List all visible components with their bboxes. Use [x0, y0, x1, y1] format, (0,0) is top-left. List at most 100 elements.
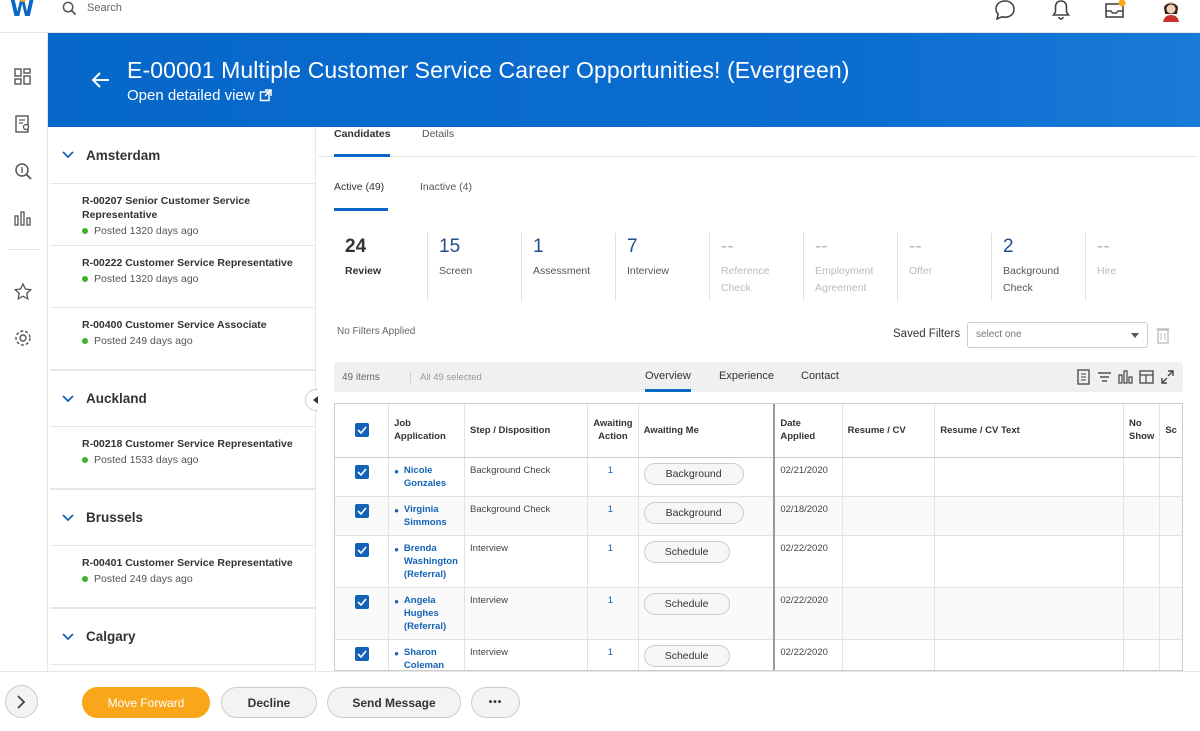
- background-button[interactable]: Background: [643, 462, 744, 485]
- more-actions-button[interactable]: •••: [471, 687, 520, 718]
- stage-offer[interactable]: -- Offer: [898, 233, 992, 301]
- tab-inactive[interactable]: Inactive (4): [420, 181, 472, 211]
- stage-assessment[interactable]: 1 Assessment: [522, 233, 616, 301]
- star-icon[interactable]: [13, 282, 33, 302]
- bell-icon[interactable]: [1050, 0, 1072, 20]
- stage-employment-agreement[interactable]: -- Employment Agreement: [804, 233, 898, 301]
- stage-interview[interactable]: 7 Interview: [616, 233, 710, 301]
- col-resume-text[interactable]: Resume / CV Text: [934, 404, 1124, 458]
- candidate-link[interactable]: ● Brenda Washington (Referral): [394, 542, 459, 581]
- col-sc[interactable]: Sc: [1159, 404, 1182, 458]
- table-row[interactable]: ● Brenda Washington (Referral) Interview …: [335, 535, 1182, 588]
- send-message-button[interactable]: Send Message: [327, 687, 461, 718]
- caret-down-icon: [1131, 333, 1139, 338]
- candidate-link[interactable]: ● Nicole Gonzales: [394, 464, 459, 490]
- requisition-item[interactable]: R-00400 Customer Service Associate Poste…: [50, 308, 315, 370]
- requisition-title: R-00400 Customer Service Associate: [82, 319, 267, 331]
- select-all-checkbox[interactable]: [355, 423, 369, 438]
- checkmark-icon: [357, 506, 367, 515]
- search-analytics-icon[interactable]: [13, 161, 33, 181]
- filter-icon[interactable]: [1097, 369, 1112, 385]
- step-cell: Interview: [464, 639, 589, 670]
- location-group-header[interactable]: Calgary: [50, 608, 315, 665]
- checkmark-icon: [357, 545, 367, 554]
- candidate-name: Brenda Washington (Referral): [403, 542, 458, 580]
- row-checkbox[interactable]: [355, 503, 369, 518]
- table-row[interactable]: ● Virginia Simmons Background Check 1 Bac…: [335, 496, 1182, 536]
- location-group-header[interactable]: Brussels: [50, 489, 315, 546]
- chart-icon[interactable]: [1118, 369, 1133, 385]
- workday-logo[interactable]: W: [10, 0, 36, 22]
- top-bar: W Search: [0, 0, 1200, 33]
- background-button[interactable]: Background: [643, 501, 744, 524]
- fullscreen-icon[interactable]: [1160, 369, 1175, 385]
- bar-chart-icon[interactable]: [13, 208, 33, 228]
- expand-nav-button[interactable]: [5, 685, 38, 718]
- row-checkbox[interactable]: [355, 542, 369, 557]
- col-awaiting-action[interactable]: Awaiting Action: [587, 404, 639, 458]
- row-checkbox[interactable]: [355, 464, 369, 479]
- row-checkbox[interactable]: [355, 646, 369, 661]
- stage-screen[interactable]: 15 Screen: [428, 233, 522, 301]
- avatar[interactable]: [1160, 0, 1182, 22]
- table-row[interactable]: ● Angela Hughes (Referral) Interview 1 Sc…: [335, 587, 1182, 640]
- stage-hire[interactable]: -- Hire: [1086, 233, 1180, 301]
- requisition-item[interactable]: R-00222 Customer Service Representative …: [50, 246, 315, 308]
- col-step-disposition[interactable]: Step / Disposition: [464, 404, 589, 458]
- tab-overview[interactable]: Overview: [645, 370, 691, 392]
- requisition-item[interactable]: R-00218 Customer Service Representative …: [50, 427, 315, 489]
- search-bar[interactable]: Search: [62, 0, 122, 16]
- row-checkbox[interactable]: [355, 594, 369, 609]
- chat-icon[interactable]: [994, 0, 1016, 20]
- awaiting-action-link[interactable]: 1: [587, 457, 639, 497]
- tab-active[interactable]: Active (49): [334, 181, 388, 211]
- col-job-application[interactable]: Job Application: [388, 404, 466, 458]
- col-no-show[interactable]: No Show: [1123, 404, 1161, 458]
- decline-button[interactable]: Decline: [221, 687, 317, 718]
- tab-experience[interactable]: Experience: [719, 370, 774, 392]
- gear-icon[interactable]: [13, 328, 33, 348]
- export-excel-icon[interactable]: [1076, 369, 1091, 385]
- tab-details[interactable]: Details: [422, 127, 454, 157]
- chevron-down-icon: [62, 151, 74, 159]
- trash-icon[interactable]: [1156, 326, 1170, 344]
- candidate-link[interactable]: ● Virginia Simmons: [394, 503, 459, 529]
- inbox-icon[interactable]: [1104, 0, 1126, 20]
- schedule-button[interactable]: Schedule: [643, 540, 730, 563]
- awaiting-action-link[interactable]: 1: [587, 535, 639, 588]
- move-forward-button[interactable]: Move Forward: [82, 687, 210, 718]
- table-row[interactable]: ● Sharon Coleman Interview 1 Schedule 02/…: [335, 639, 1182, 671]
- checkmark-icon: [357, 597, 367, 606]
- schedule-button[interactable]: Schedule: [643, 592, 730, 615]
- stage-review[interactable]: 24 Review: [334, 233, 428, 301]
- external-link-icon: [259, 89, 272, 102]
- column-layout-icon[interactable]: [1139, 369, 1154, 385]
- requisition-item[interactable]: R-00207 Senior Customer Service Represen…: [50, 184, 315, 246]
- table-row[interactable]: ● Nicole Gonzales Background Check 1 Back…: [335, 457, 1182, 497]
- tab-contact[interactable]: Contact: [801, 370, 839, 392]
- col-awaiting-me[interactable]: Awaiting Me: [638, 404, 776, 458]
- open-detailed-view-link[interactable]: Open detailed view: [127, 87, 272, 104]
- report-icon[interactable]: [13, 114, 33, 134]
- requisition-item[interactable]: R-00401 Customer Service Representative …: [50, 546, 315, 608]
- saved-filters-select[interactable]: select one: [967, 322, 1148, 348]
- col-resume[interactable]: Resume / CV: [842, 404, 936, 458]
- tab-candidates[interactable]: Candidates: [334, 127, 391, 157]
- stage-background-check[interactable]: 2 Background Check: [992, 233, 1086, 301]
- dashboard-icon[interactable]: [13, 67, 33, 87]
- candidate-link[interactable]: ● Sharon Coleman: [394, 646, 459, 671]
- back-arrow-icon[interactable]: [90, 69, 112, 91]
- awaiting-action-link[interactable]: 1: [587, 587, 639, 640]
- stage-reference-check[interactable]: -- Reference Check: [710, 233, 804, 301]
- location-group-header[interactable]: Amsterdam: [50, 127, 315, 184]
- awaiting-action-link[interactable]: 1: [587, 496, 639, 536]
- date-applied-cell: 02/18/2020: [774, 496, 843, 536]
- awaiting-action-link[interactable]: 1: [587, 639, 639, 670]
- col-date-applied[interactable]: Date Applied: [774, 404, 843, 458]
- select-all-header[interactable]: [335, 404, 390, 458]
- stage-count: 2: [1003, 236, 1014, 257]
- candidate-link[interactable]: ● Angela Hughes (Referral): [394, 594, 459, 633]
- location-group-header[interactable]: Auckland: [50, 370, 315, 427]
- schedule-button[interactable]: Schedule: [643, 644, 730, 667]
- stage-label: Hire: [1097, 265, 1117, 277]
